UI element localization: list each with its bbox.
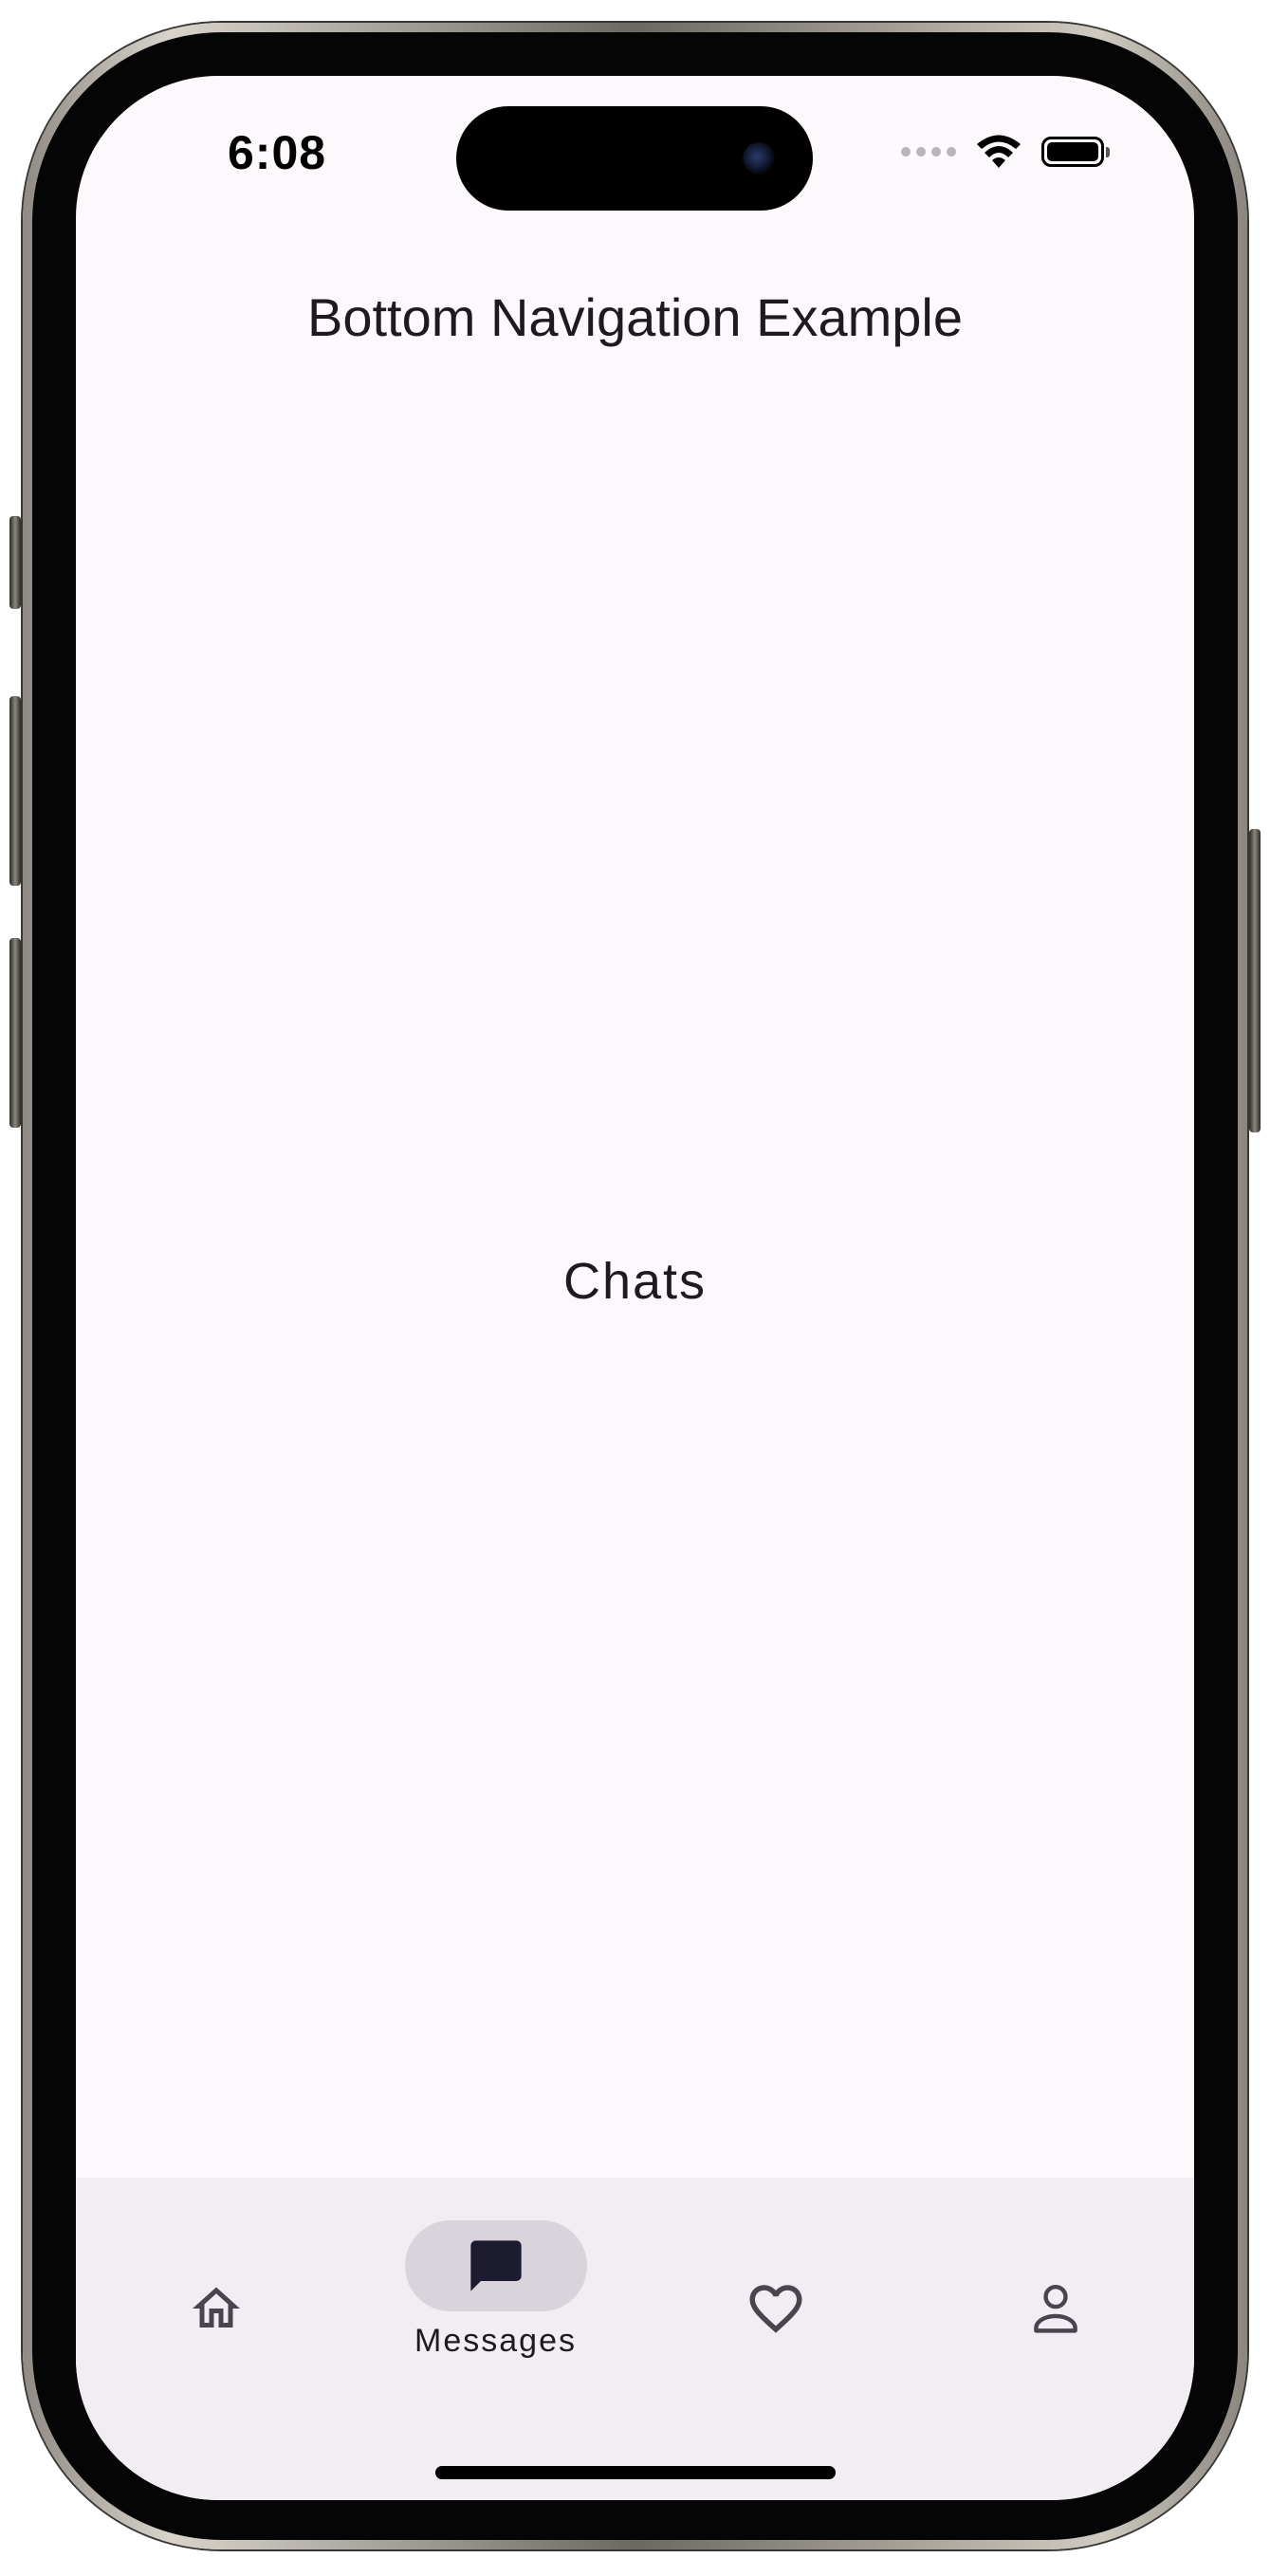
nav-item-label: Messages: [414, 2323, 577, 2359]
message-icon: [469, 2240, 522, 2291]
heart-icon: [749, 2285, 801, 2333]
nav-item-home[interactable]: [76, 2178, 356, 2405]
battery-icon: [1041, 137, 1110, 167]
screen: 6:08 Bottom Navigation Example Chats Mes…: [76, 76, 1194, 2500]
bottom-navigation-bar: Messages: [76, 2178, 1194, 2500]
camera-icon: [743, 142, 775, 175]
dynamic-island: [456, 106, 813, 211]
volume-up-button: [9, 696, 21, 886]
status-time: 6:08: [228, 126, 327, 179]
cellular-signal-icon: [901, 147, 956, 156]
nav-item-profile[interactable]: [915, 2178, 1194, 2405]
status-bar: 6:08: [76, 76, 1194, 218]
home-indicator[interactable]: [435, 2466, 836, 2479]
nav-indicator: [125, 2263, 307, 2354]
app-bar-title: Bottom Navigation Example: [306, 287, 963, 347]
nav-item-favorites[interactable]: [635, 2178, 915, 2405]
nav-active-indicator: [404, 2220, 587, 2311]
wifi-icon: [977, 135, 1021, 168]
page-content-text: Chats: [562, 1253, 708, 1310]
person-icon: [1033, 2284, 1077, 2333]
power-button: [1249, 829, 1261, 1132]
status-icons: [901, 133, 1110, 171]
volume-down-button: [9, 938, 21, 1128]
home-icon: [192, 2287, 240, 2328]
nav-item-messages[interactable]: Messages: [356, 2178, 635, 2405]
nav-indicator: [965, 2263, 1147, 2354]
nav-indicator: [685, 2263, 867, 2354]
action-button: [9, 516, 21, 609]
